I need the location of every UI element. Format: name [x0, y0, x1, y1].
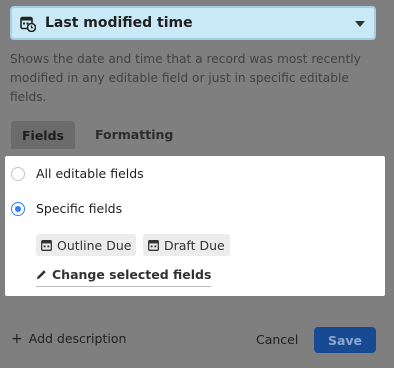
change-selected-fields-button[interactable]: Change selected fields	[36, 267, 212, 287]
date-field-icon	[148, 239, 159, 251]
pencil-icon	[36, 270, 46, 280]
radio-selected-dot	[15, 206, 21, 212]
tab-formatting[interactable]: Formatting	[95, 127, 173, 142]
field-chip-outline-due: Outline Due	[36, 234, 137, 256]
field-type-description: Shows the date and time that a record wa…	[10, 52, 361, 104]
save-button[interactable]: Save	[314, 327, 376, 353]
add-description-button[interactable]: + Add description	[11, 331, 126, 346]
calendar-clock-icon	[20, 16, 36, 32]
field-chip-draft-due: Draft Due	[143, 234, 230, 256]
tab-fields[interactable]: Fields	[11, 121, 75, 149]
change-selected-fields-label: Change selected fields	[52, 267, 212, 282]
radio-specific-fields[interactable]	[11, 202, 25, 216]
plus-icon: +	[11, 330, 23, 347]
date-field-icon	[41, 239, 52, 251]
add-description-label: Add description	[28, 331, 127, 346]
option-all-editable-fields-label[interactable]: All editable fields	[36, 166, 144, 181]
field-chip-label: Draft Due	[164, 237, 225, 253]
cancel-button[interactable]: Cancel	[256, 332, 298, 347]
option-specific-fields-label[interactable]: Specific fields	[36, 201, 122, 216]
field-type-label: Last modified time	[45, 15, 193, 31]
field-type-select[interactable]: Last modified time	[10, 6, 376, 40]
field-chip-label: Outline Due	[57, 237, 132, 253]
radio-all-editable-fields[interactable]	[11, 167, 25, 181]
fields-options-panel: All editable fields Specific fields Outl…	[5, 156, 385, 296]
chevron-down-icon[interactable]	[355, 21, 365, 27]
